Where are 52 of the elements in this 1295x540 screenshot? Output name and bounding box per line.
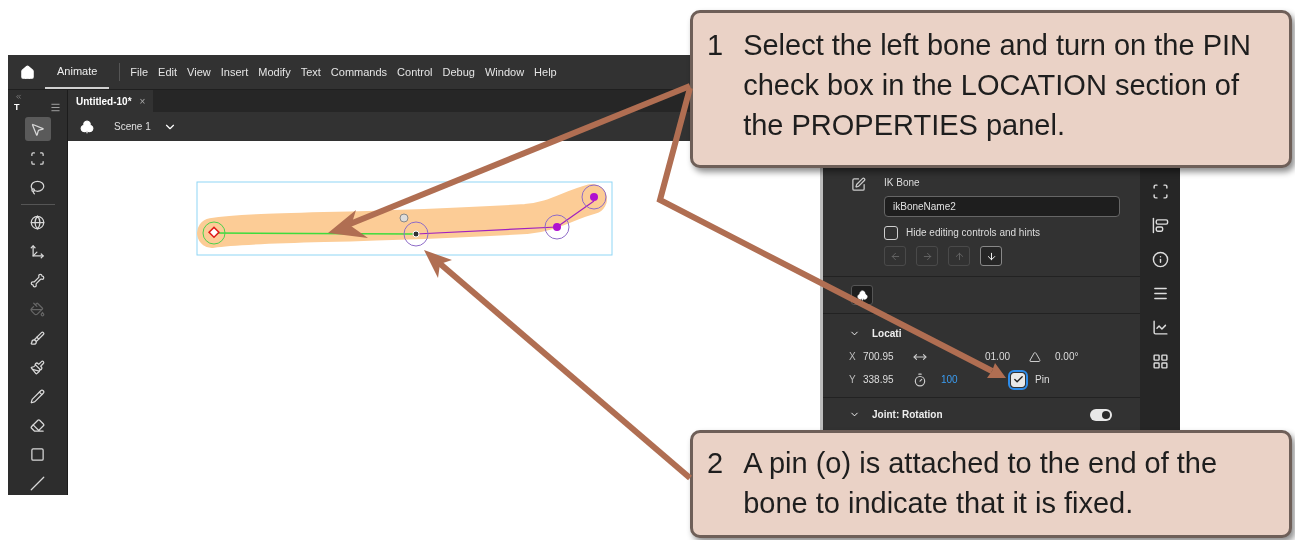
down-arrow-button[interactable]	[980, 246, 1002, 266]
menu-item[interactable]: File	[130, 63, 149, 81]
speed-value[interactable]: 100	[941, 372, 981, 387]
menu-item[interactable]: Window	[484, 63, 525, 81]
menu-icon[interactable]	[50, 101, 61, 113]
close-icon[interactable]: ×	[139, 93, 146, 109]
align-left-icon[interactable]	[1151, 217, 1169, 234]
x-label: X	[849, 350, 857, 364]
menu-item[interactable]: Commands	[330, 63, 388, 81]
object-type-label: IK Bone	[884, 176, 921, 190]
menu-item[interactable]: Help	[534, 63, 557, 81]
grid-icon[interactable]	[1151, 353, 1169, 370]
toggle-switch[interactable]	[1090, 408, 1112, 421]
scene-name[interactable]: Scene 1	[114, 119, 151, 134]
symbol-icon[interactable]	[80, 119, 94, 134]
callout-text: Select the left bone and turn on the PIN check box in the LOCATION section of the PROPERTIES panel.	[743, 28, 1252, 143]
menu-item[interactable]: Modify	[258, 63, 291, 81]
step-number: 2	[707, 446, 724, 481]
checkbox[interactable]	[1011, 372, 1025, 387]
checkmark-icon	[1012, 374, 1024, 385]
width-value[interactable]: 01.00	[985, 349, 1019, 364]
panel-label: T	[14, 100, 20, 114]
home-icon[interactable]	[20, 64, 35, 80]
section-title[interactable]: Joint: Rotation	[872, 407, 1078, 422]
menu-item[interactable]: Debug	[442, 63, 475, 81]
select-tool-icon[interactable]	[24, 117, 51, 141]
y-value[interactable]: 338.95	[863, 372, 901, 387]
angle-value[interactable]: 0.00°	[1055, 349, 1079, 364]
arrow-down-icon	[985, 250, 997, 262]
arrow-up-icon	[953, 250, 965, 262]
arrow-right-icon	[921, 250, 933, 262]
checkbox-label: Hide editing controls and hints	[906, 226, 1040, 240]
checkbox[interactable]	[884, 225, 898, 240]
pin-label: Pin	[1035, 373, 1050, 387]
stopwatch-icon	[913, 372, 927, 387]
menu-item[interactable]: Insert	[220, 63, 249, 81]
angle-icon	[1029, 350, 1041, 363]
chart-icon[interactable]	[1151, 319, 1169, 336]
club-icon	[856, 289, 868, 301]
callout-text: A pin (o) is attached to the end of the bone to indicate that it is fixed.	[743, 446, 1219, 521]
y-label: Y	[849, 373, 857, 387]
info-icon[interactable]	[1151, 251, 1169, 268]
menu-item[interactable]: Control	[397, 63, 433, 81]
menu-item[interactable]: Edit	[158, 63, 178, 81]
section-title[interactable]: Locati	[872, 326, 902, 341]
menu-item[interactable]: Text	[300, 63, 321, 81]
document-tab[interactable]: Untitled-10* ×	[68, 90, 154, 112]
name-field[interactable]: ikBoneName2	[884, 196, 1120, 217]
arrow-left-icon	[889, 250, 901, 262]
x-value[interactable]: 700.95	[863, 349, 901, 364]
step-number: 1	[707, 28, 724, 63]
menu-item[interactable]: View	[187, 63, 211, 81]
